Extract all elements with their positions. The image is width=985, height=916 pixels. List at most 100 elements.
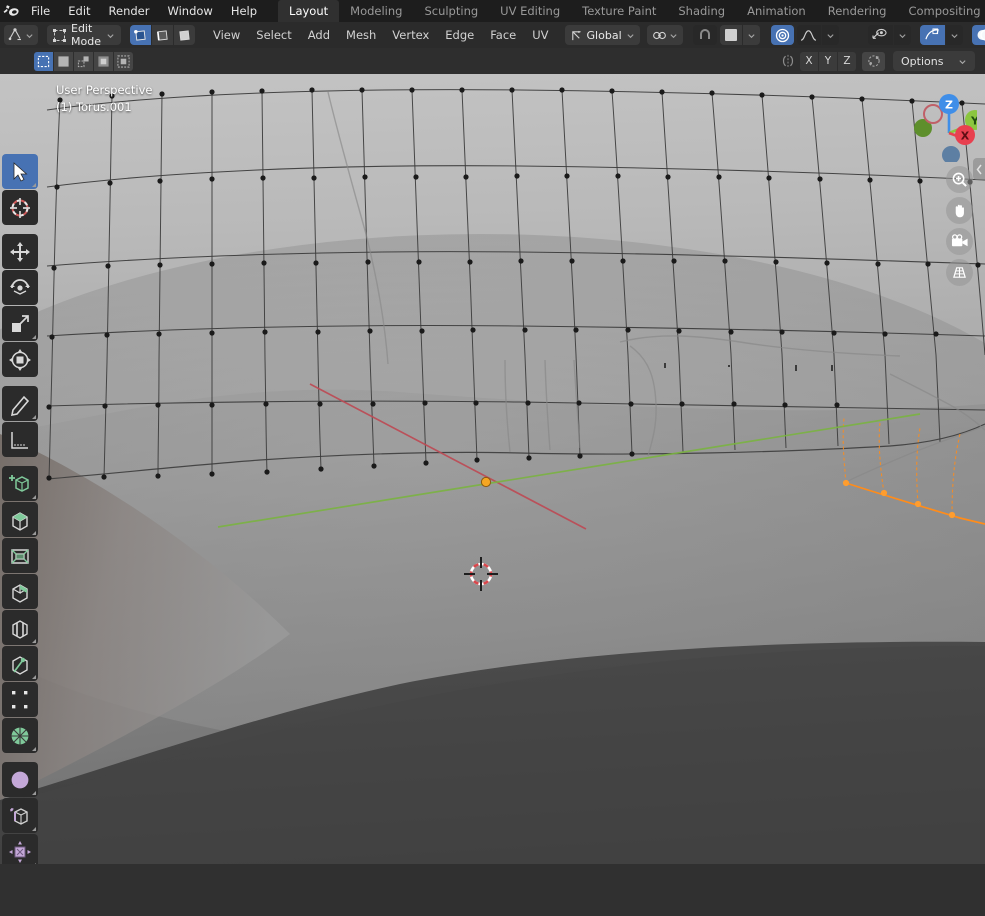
sidebar-toggle[interactable]: [973, 158, 985, 180]
menu-view[interactable]: View: [205, 25, 248, 45]
tool-transform[interactable]: [2, 342, 38, 377]
workspace-tab-animation[interactable]: Animation: [736, 0, 817, 22]
show-overlays-toggle[interactable]: [919, 25, 945, 45]
mirror-axis-z-button[interactable]: Z: [838, 51, 856, 71]
menu-window[interactable]: Window: [158, 0, 221, 22]
menu-select[interactable]: Select: [248, 25, 299, 45]
tool-extrude[interactable]: [2, 502, 38, 537]
tool-annotate[interactable]: [2, 386, 38, 421]
camera-icon: [951, 234, 968, 247]
tool-submenu-indicator[interactable]: [32, 827, 36, 831]
menu-edit[interactable]: Edit: [59, 0, 99, 22]
proportional-edit-connected-button[interactable]: [862, 51, 885, 71]
select-intersect-button[interactable]: [114, 51, 133, 71]
hand-pan-icon: [955, 204, 964, 218]
face-select-mode-button[interactable]: [173, 25, 195, 45]
tool-submenu-indicator[interactable]: [32, 791, 36, 795]
tool-smooth[interactable]: [2, 762, 38, 797]
workspace-tab-sculpting[interactable]: Sculpting: [413, 0, 489, 22]
proportional-falloff-dropdown[interactable]: [821, 25, 839, 45]
workspace-tab-shading[interactable]: Shading: [667, 0, 736, 22]
workspace-tab-layout[interactable]: Layout: [278, 0, 340, 22]
editor-type-selector[interactable]: [4, 25, 38, 45]
menu-mesh[interactable]: Mesh: [338, 25, 384, 45]
move-arrows-icon: [10, 241, 30, 262]
overlays-dropdown[interactable]: [945, 25, 963, 45]
3d-viewport[interactable]: User Perspective (1) Torus.001 Z Y X: [0, 74, 985, 864]
edge-select-mode-button[interactable]: [151, 25, 173, 45]
workspace-tab-rendering[interactable]: Rendering: [817, 0, 898, 22]
menu-vertex[interactable]: Vertex: [384, 25, 437, 45]
toggle-xray-button[interactable]: [971, 25, 985, 45]
tool-knife[interactable]: [2, 646, 38, 681]
show-gizmo-toggle[interactable]: [867, 25, 893, 45]
navigation-gizmo[interactable]: Z Y X: [897, 82, 977, 162]
pivot-point-selector[interactable]: [646, 25, 683, 45]
editor-type-3d-viewport-icon[interactable]: [4, 25, 38, 45]
tool-bevel[interactable]: [2, 574, 38, 609]
tool-submenu-indicator[interactable]: [32, 183, 36, 187]
workspace-tab-texture-paint[interactable]: Texture Paint: [571, 0, 667, 22]
tool-polybuild[interactable]: [2, 682, 38, 717]
tool-submenu-indicator[interactable]: [32, 335, 36, 339]
mirror-axis-x-button[interactable]: X: [800, 51, 818, 71]
tool-submenu-indicator[interactable]: [32, 675, 36, 679]
tool-submenu-indicator[interactable]: [32, 639, 36, 643]
snap-magnet-toggle[interactable]: [692, 25, 717, 45]
overlays-group: [919, 25, 963, 45]
workspace-tab-uv-editing[interactable]: UV Editing: [489, 0, 571, 22]
pan-view-button[interactable]: [946, 197, 973, 224]
select-subtract-button[interactable]: [74, 51, 93, 71]
menu-uv[interactable]: UV: [524, 25, 556, 45]
tool-submenu-indicator[interactable]: [32, 495, 36, 499]
tool-submenu-indicator[interactable]: [32, 747, 36, 751]
tool-submenu-indicator[interactable]: [32, 415, 36, 419]
tool-loopcut[interactable]: [2, 610, 38, 645]
pivot-point-icon[interactable]: [646, 25, 683, 45]
menu-render[interactable]: Render: [100, 0, 159, 22]
menu-add[interactable]: Add: [300, 25, 338, 45]
proportional-editing-toggle[interactable]: [770, 25, 794, 45]
tool-submenu-indicator[interactable]: [32, 531, 36, 535]
menu-help[interactable]: Help: [222, 0, 266, 22]
workspace-tab-modeling[interactable]: Modeling: [339, 0, 413, 22]
tool-submenu-indicator[interactable]: [32, 863, 36, 864]
gizmo-dropdown[interactable]: [893, 25, 911, 45]
tool-inset[interactable]: [2, 538, 38, 573]
viewport-view-name: User Perspective: [56, 83, 153, 97]
workspace-tab-compositing[interactable]: Compositing: [897, 0, 985, 22]
blender-logo-icon[interactable]: [3, 1, 22, 21]
camera-view-button[interactable]: [946, 228, 973, 255]
tool-rotate[interactable]: [2, 270, 38, 305]
chevron-down-icon: [627, 33, 634, 38]
zoom-view-button[interactable]: [946, 166, 973, 193]
options-dropdown-button[interactable]: Options: [893, 51, 975, 71]
proportional-editing-group: [770, 25, 839, 45]
tool-tweak[interactable]: [2, 154, 38, 189]
proportional-falloff-button[interactable]: [796, 25, 821, 45]
tool-shrink-fatten[interactable]: [2, 834, 38, 864]
select-invert-button[interactable]: [94, 51, 113, 71]
select-set-button[interactable]: [34, 51, 53, 71]
tool-scale[interactable]: [2, 306, 38, 341]
toggle-perspective-button[interactable]: [946, 259, 973, 286]
blender-window: File Edit Render Window Help Layout Modeling S…: [0, 0, 985, 916]
menu-face[interactable]: Face: [482, 25, 524, 45]
mirror-axis-y-button[interactable]: Y: [819, 51, 837, 71]
tool-add-cube[interactable]: [2, 466, 38, 501]
snapping-group: [692, 25, 760, 45]
snap-dropdown-button[interactable]: [742, 25, 760, 45]
snap-target-button[interactable]: [719, 25, 742, 45]
tool-cursor[interactable]: [2, 190, 38, 225]
menu-file[interactable]: File: [22, 0, 59, 22]
viewport-header: Edit Mode View Select Add Mesh Vertex Edge Fac…: [0, 22, 985, 48]
tool-spin[interactable]: [2, 718, 38, 753]
tool-edge-slide[interactable]: [2, 798, 38, 833]
interaction-mode-selector[interactable]: Edit Mode: [47, 22, 121, 48]
vertex-select-mode-button[interactable]: [129, 25, 151, 45]
tool-move[interactable]: [2, 234, 38, 269]
select-extend-button[interactable]: [54, 51, 73, 71]
menu-edge[interactable]: Edge: [437, 25, 482, 45]
tool-measure[interactable]: [2, 422, 38, 457]
transform-orientation-selector[interactable]: Global: [564, 25, 640, 45]
